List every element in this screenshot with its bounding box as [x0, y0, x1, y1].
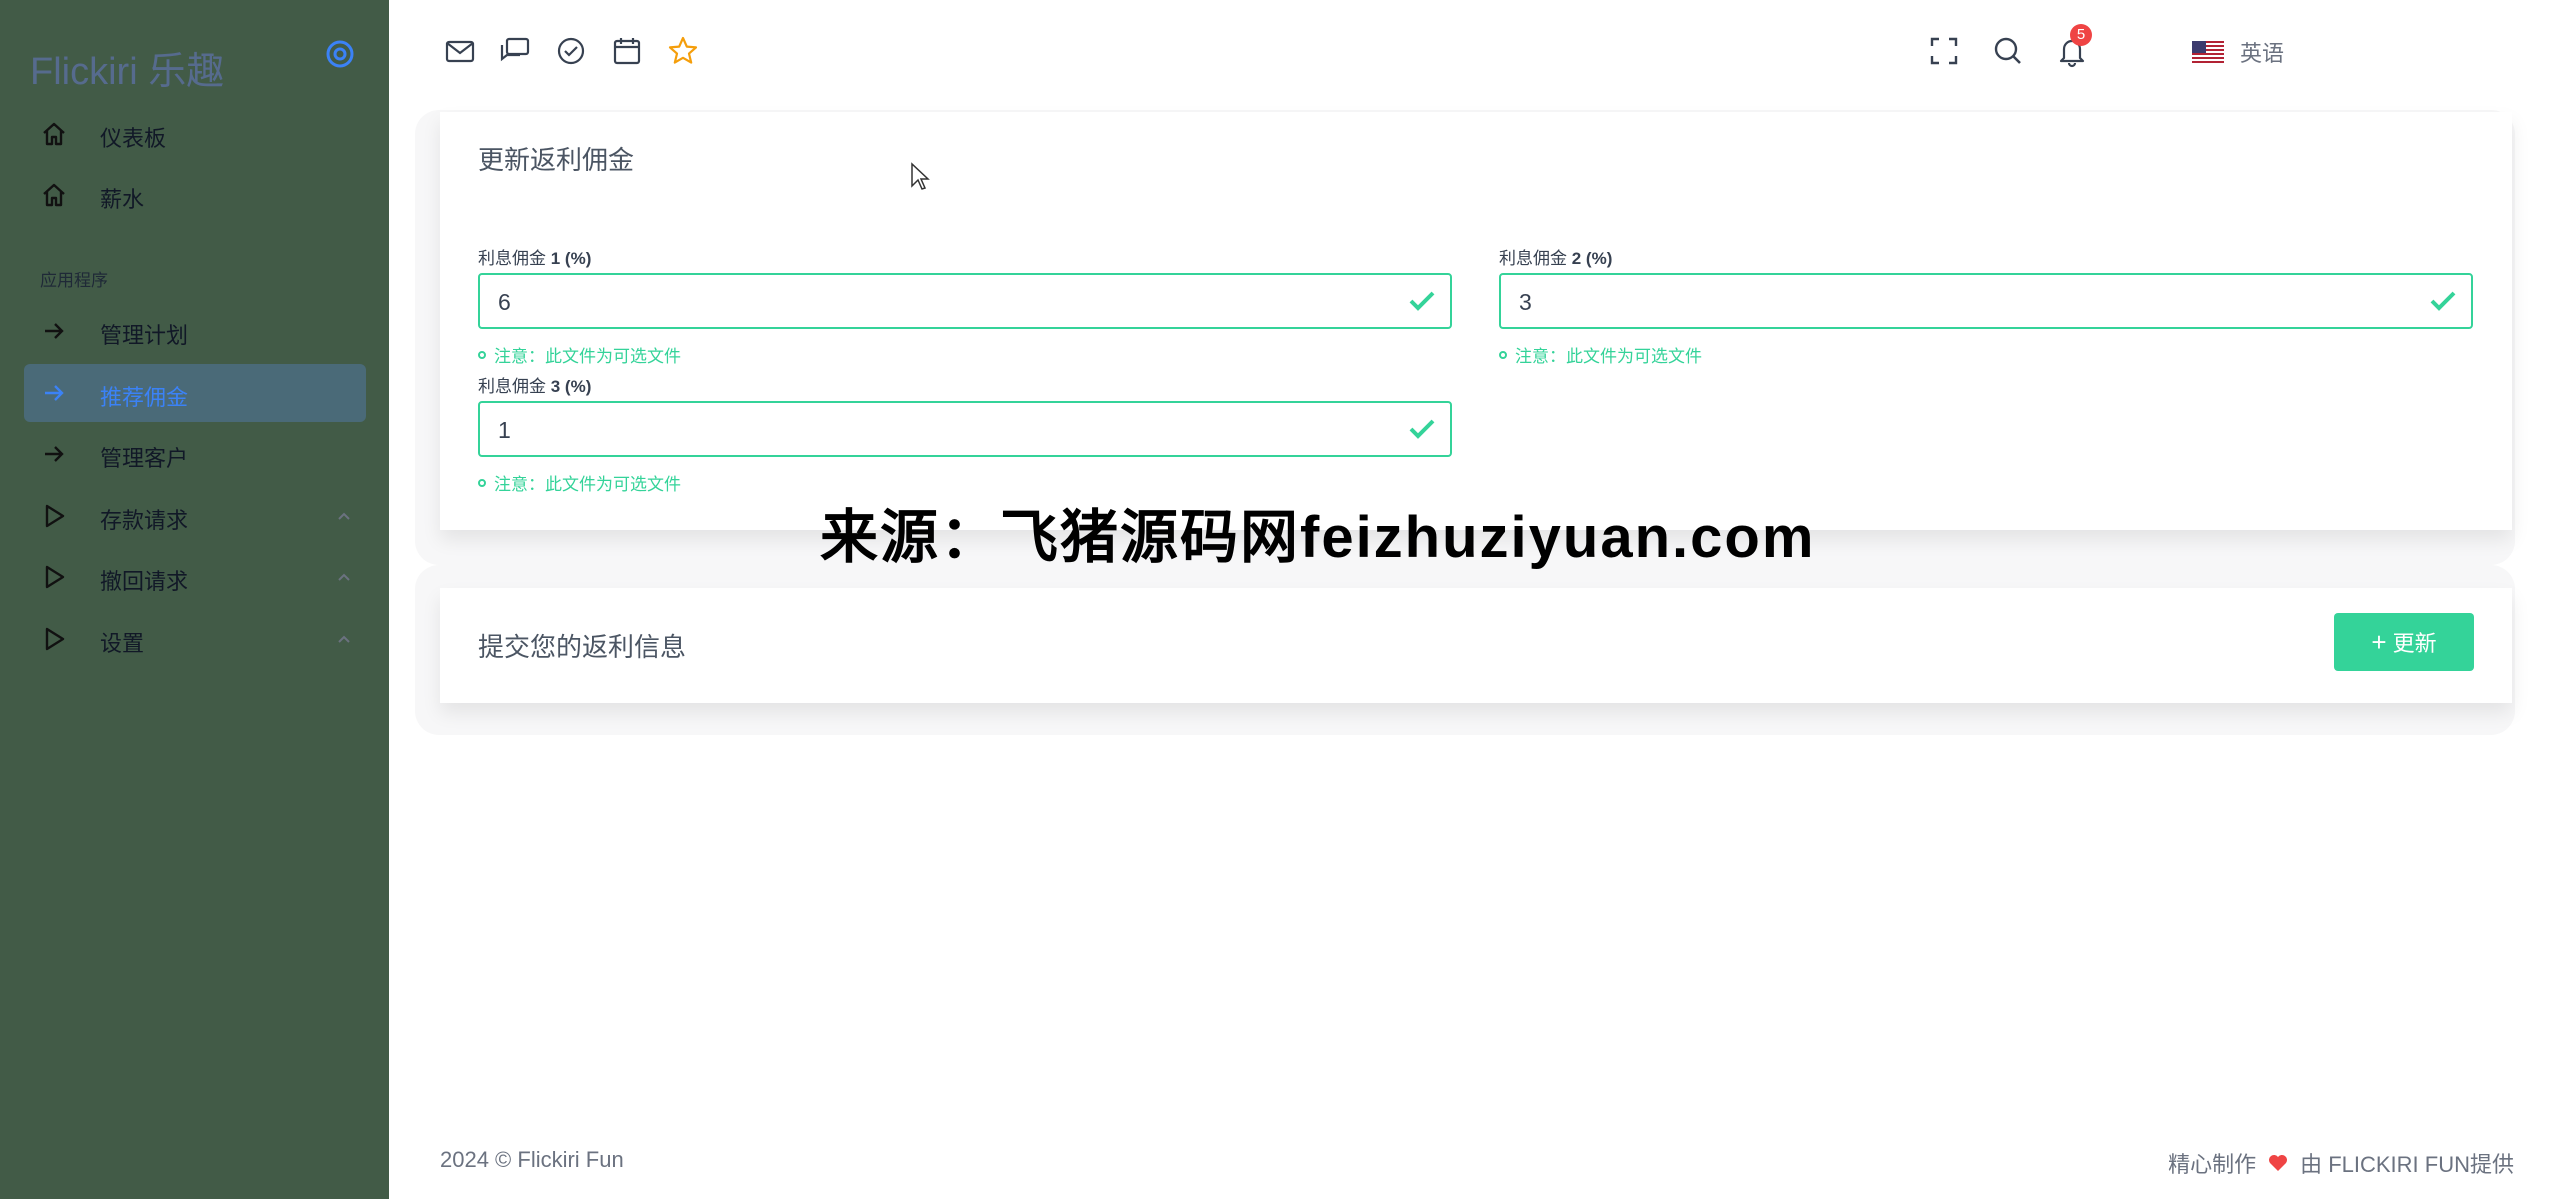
mouse-cursor-icon: [911, 162, 930, 190]
sidebar-item-deposit-requests[interactable]: 存款请求: [24, 487, 366, 545]
sidebar-toggle-icon[interactable]: [324, 38, 356, 70]
field-note: 注意：此文件为可选文件: [478, 342, 681, 367]
sidebar-item-label: 管理客户: [100, 446, 189, 471]
arrow-right-icon: [45, 446, 64, 462]
form-card-title: 更新返利佣金: [478, 145, 635, 175]
sidebar-item-withdraw-requests[interactable]: 撤回请求: [24, 548, 366, 606]
sidebar-item-label: 存款请求: [100, 508, 189, 533]
home-icon: [43, 122, 65, 146]
update-button-label: 更新: [2392, 631, 2437, 656]
field-label-commission-3: 利息佣金 3 (%): [478, 377, 592, 396]
fullscreen-icon[interactable]: [1927, 34, 1961, 68]
commission-3-input[interactable]: 1: [478, 401, 1452, 457]
field-note: 注意：此文件为可选文件: [478, 470, 681, 495]
mail-icon[interactable]: [443, 34, 477, 68]
footer-copyright: 2024 © Flickiri Fun: [440, 1147, 624, 1172]
language-label: 英语: [2240, 41, 2285, 66]
check-icon: [1409, 291, 1435, 311]
arrow-right-icon: [45, 385, 64, 401]
calendar-icon[interactable]: [610, 34, 644, 68]
sidebar-section-label: 应用程序: [40, 271, 108, 290]
sidebar-item-label: 仪表板: [100, 126, 167, 151]
chevron-up-icon: [338, 512, 350, 520]
chevron-up-icon: [338, 635, 350, 643]
sidebar-item-label: 撤回请求: [100, 569, 189, 594]
update-button[interactable]: + 更新: [2334, 613, 2474, 671]
field-label-commission-2: 利息佣金 2 (%): [1499, 249, 1613, 268]
sidebar-item-dashboard[interactable]: 仪表板: [24, 105, 366, 163]
submit-card-title: 提交您的返利信息: [478, 632, 687, 662]
footer-credit: 精心制作 由 FLICKIRI FUN提供: [2168, 1152, 2514, 1177]
sidebar-item-label: 薪水: [100, 187, 145, 212]
play-icon: [45, 565, 65, 589]
sidebar-item-settings[interactable]: 设置: [24, 610, 366, 668]
search-icon[interactable]: [1991, 34, 2025, 68]
play-icon: [45, 627, 65, 651]
check-icon: [2430, 291, 2456, 311]
sidebar-item-manage-customers[interactable]: 管理客户: [24, 425, 366, 483]
sidebar: Flickiri 乐趣 仪表板 薪水 应用程序 管理计划 推荐佣金 管理客户 存…: [0, 0, 389, 1199]
plus-icon: +: [2371, 626, 2387, 657]
sidebar-item-salary[interactable]: 薪水: [24, 166, 366, 224]
topbar: 英语: [389, 0, 2560, 100]
star-icon[interactable]: [666, 34, 700, 68]
field-note: 注意：此文件为可选文件: [1499, 342, 1702, 367]
flag-us-icon: [2192, 41, 2224, 63]
brand-logo[interactable]: Flickiri 乐趣: [30, 40, 224, 95]
commission-1-input[interactable]: 6: [478, 273, 1452, 329]
play-icon: [45, 504, 65, 528]
notification-badge: 5: [2070, 24, 2092, 46]
chevron-up-icon: [338, 573, 350, 581]
check-circle-icon[interactable]: [554, 34, 588, 68]
sidebar-item-label: 管理计划: [100, 323, 189, 348]
chat-icon[interactable]: [498, 34, 532, 68]
sidebar-item-referral-commission[interactable]: 推荐佣金: [24, 364, 366, 422]
check-icon: [1409, 419, 1435, 439]
commission-2-input[interactable]: 3: [1499, 273, 2473, 329]
heart-icon: [2269, 1155, 2288, 1171]
sidebar-item-manage-plans[interactable]: 管理计划: [24, 302, 366, 360]
home-icon: [43, 183, 65, 207]
arrow-right-icon: [45, 323, 64, 339]
watermark-text: 来源：飞猪源码网feizhuziyuan.com: [820, 505, 1816, 570]
language-selector[interactable]: 英语: [2192, 36, 2284, 68]
sidebar-item-label: 推荐佣金: [100, 385, 189, 410]
field-label-commission-1: 利息佣金 1 (%): [478, 249, 592, 268]
submit-card: [440, 588, 2512, 703]
sidebar-item-label: 设置: [100, 631, 145, 656]
